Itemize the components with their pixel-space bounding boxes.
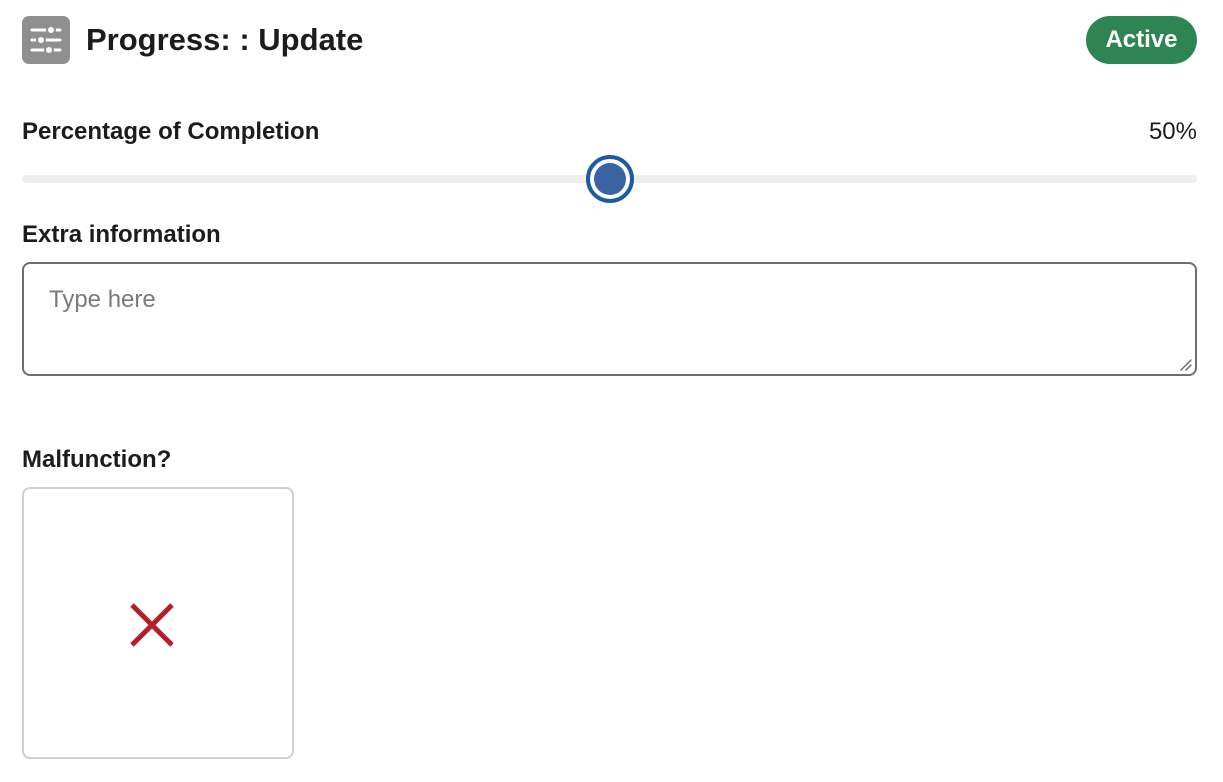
extra-info-field[interactable] [24, 264, 1195, 374]
status-badge: Active [1086, 16, 1197, 64]
malfunction-toggle[interactable] [22, 487, 294, 759]
malfunction-label: Malfunction? [22, 446, 172, 473]
completion-slider[interactable] [22, 154, 1197, 204]
form-header: Progress: : Update Active [22, 16, 1197, 64]
completion-value: 50% [1148, 118, 1197, 145]
sliders-icon [22, 16, 70, 64]
x-icon [130, 603, 174, 647]
page-title: Progress: : Update [86, 22, 364, 57]
extra-info-field-container [22, 262, 1197, 376]
resize-handle-icon[interactable] [1177, 356, 1193, 372]
extra-info-label: Extra information [22, 221, 221, 248]
completion-label: Percentage of Completion [22, 118, 320, 145]
slider-thumb[interactable] [585, 155, 634, 203]
